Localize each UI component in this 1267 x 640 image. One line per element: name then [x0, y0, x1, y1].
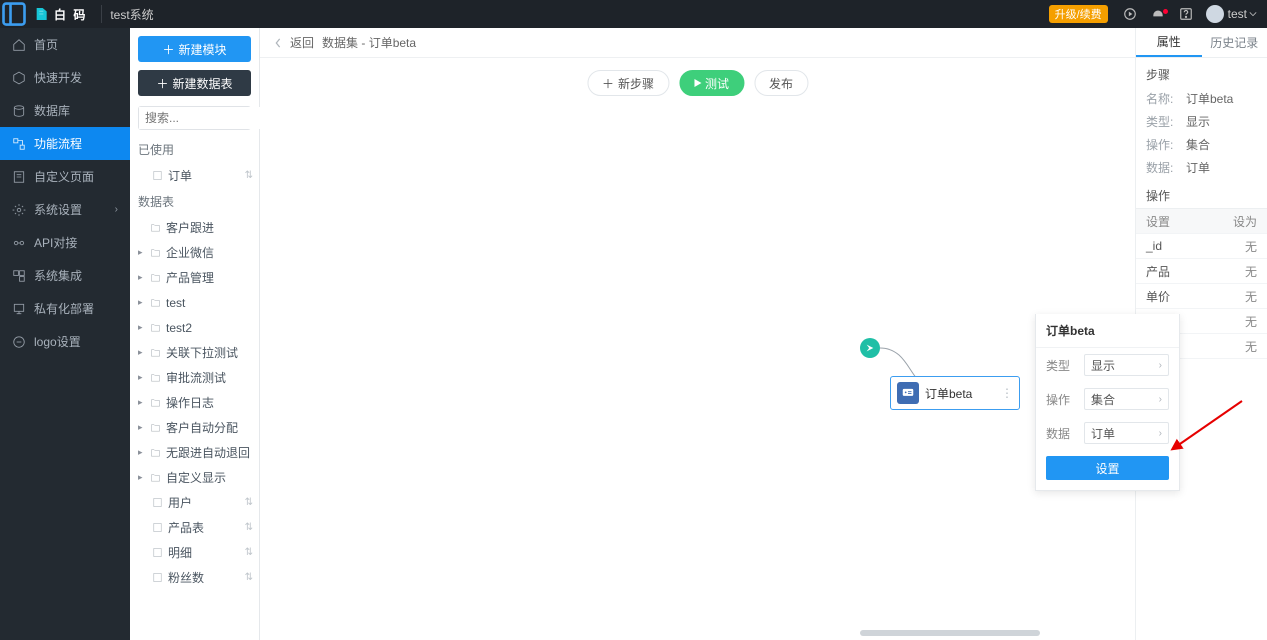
test-button[interactable]: 测试: [679, 70, 744, 96]
table-folder[interactable]: ▸操作日志: [130, 390, 259, 415]
menu-toggle-icon[interactable]: [0, 0, 28, 28]
topbar: 白 码 test系统 升级/续费 test: [0, 0, 1267, 28]
op-table-row[interactable]: 产品无: [1136, 259, 1267, 284]
canvas-toolbar: ＋新步骤 测试 发布: [587, 70, 808, 96]
table-folder[interactable]: ▸test: [130, 290, 259, 315]
group-tables-title: 数据表: [130, 188, 259, 215]
table-folder[interactable]: ▸企业微信: [130, 240, 259, 265]
nav-item-cube[interactable]: 快速开发: [0, 61, 130, 94]
back-button[interactable]: [274, 38, 282, 48]
group-used-title: 已使用: [130, 136, 259, 163]
back-label[interactable]: 返回: [290, 34, 314, 51]
right-tabs: 属性 历史记录: [1136, 28, 1267, 58]
data-panel: ＋新建模块 ＋新建数据表 已使用 订单⇅ 数据表 客户跟进▸企业微信▸产品管理▸…: [130, 28, 260, 640]
popup-field[interactable]: 集合›: [1084, 388, 1169, 410]
nav-item-db[interactable]: 数据库: [0, 94, 130, 127]
popup-field-row: 类型显示›: [1036, 348, 1179, 382]
nav-item-home[interactable]: 首页: [0, 28, 130, 61]
nav-item-flow[interactable]: 功能流程: [0, 127, 130, 160]
used-item[interactable]: 订单⇅: [130, 163, 259, 188]
brand-logo[interactable]: 白 码: [28, 0, 93, 28]
nav-item-gear[interactable]: 系统设置›: [0, 193, 130, 226]
help-icon[interactable]: [1174, 7, 1198, 21]
popup-field[interactable]: 显示›: [1084, 354, 1169, 376]
left-nav: 首页快速开发数据库功能流程自定义页面系统设置›API对接系统集成私有化部署log…: [0, 28, 130, 640]
breadcrumb-path: 数据集 - 订单beta: [322, 34, 416, 51]
table-tree: 客户跟进▸企业微信▸产品管理▸test▸test2▸关联下拉测试▸审批流测试▸操…: [130, 215, 259, 640]
step-kv-row: 类型:显示: [1136, 110, 1267, 133]
new-module-button[interactable]: ＋新建模块: [138, 36, 251, 62]
step-section-title: 步骤: [1136, 58, 1267, 87]
nav-item-logo[interactable]: logo设置: [0, 325, 130, 358]
table-item[interactable]: 产品表⇅: [130, 515, 259, 540]
topbar-divider: [101, 5, 102, 23]
step-kv-row: 数据:订单: [1136, 156, 1267, 179]
flow-node[interactable]: 订单beta ⋮: [890, 376, 1020, 410]
nav-item-page[interactable]: 自定义页面: [0, 160, 130, 193]
nav-item-integ[interactable]: 系统集成: [0, 259, 130, 292]
popup-field-row: 操作集合›: [1036, 382, 1179, 416]
table-folder[interactable]: ▸关联下拉测试: [130, 340, 259, 365]
step-kv-row: 操作:集合: [1136, 133, 1267, 156]
publish-button[interactable]: 发布: [754, 70, 808, 96]
nav-item-deploy[interactable]: 私有化部署: [0, 292, 130, 325]
popup-field[interactable]: 订单›: [1084, 422, 1169, 444]
table-item[interactable]: 明细⇅: [130, 540, 259, 565]
table-folder[interactable]: ▸产品管理: [130, 265, 259, 290]
table-folder[interactable]: ▸自定义显示: [130, 465, 259, 490]
user-avatar[interactable]: [1206, 5, 1224, 23]
start-node[interactable]: [860, 338, 880, 358]
op-table-row[interactable]: _id无: [1136, 234, 1267, 259]
preview-icon[interactable]: [1118, 7, 1142, 21]
upgrade-button[interactable]: 升级/续费: [1049, 5, 1108, 23]
new-table-button[interactable]: ＋新建数据表: [138, 70, 251, 96]
table-folder[interactable]: ▸客户自动分配: [130, 415, 259, 440]
table-item[interactable]: 用户⇅: [130, 490, 259, 515]
user-menu[interactable]: test: [1224, 7, 1267, 21]
popup-field-row: 数据订单›: [1036, 416, 1179, 450]
table-folder[interactable]: 客户跟进: [130, 215, 259, 240]
table-folder[interactable]: ▸无跟进自动退回: [130, 440, 259, 465]
op-table-row[interactable]: 单价无: [1136, 284, 1267, 309]
tab-history[interactable]: 历史记录: [1202, 28, 1267, 57]
op-table-head: 设置设为: [1136, 209, 1267, 234]
search-row: [138, 106, 251, 130]
brand-text: 白 码: [54, 6, 87, 23]
popup-settings-button[interactable]: 设置: [1046, 456, 1169, 480]
tab-properties[interactable]: 属性: [1136, 28, 1202, 57]
table-folder[interactable]: ▸审批流测试: [130, 365, 259, 390]
table-folder[interactable]: ▸test2: [130, 315, 259, 340]
new-step-button[interactable]: ＋新步骤: [587, 70, 669, 96]
node-more-icon[interactable]: ⋮: [1001, 386, 1013, 400]
node-type-icon: [897, 382, 919, 404]
canvas: 返回 数据集 - 订单beta ＋新步骤 测试 发布 订单beta ⋮ 订单be…: [260, 28, 1135, 640]
popup-title: 订单beta: [1036, 314, 1179, 348]
notification-icon[interactable]: [1146, 7, 1170, 21]
canvas-scrollbar[interactable]: [600, 630, 1135, 636]
node-title: 订单beta: [925, 385, 972, 402]
nav-item-api[interactable]: API对接: [0, 226, 130, 259]
system-name: test系统: [110, 6, 153, 23]
op-section-title: 操作: [1136, 179, 1267, 208]
table-item[interactable]: 粉丝数⇅: [130, 565, 259, 590]
node-config-popup: 订单beta 类型显示›操作集合›数据订单› 设置: [1035, 314, 1180, 491]
breadcrumb: 返回 数据集 - 订单beta: [260, 28, 1135, 58]
step-kv-row: 名称:订单beta: [1136, 87, 1267, 110]
